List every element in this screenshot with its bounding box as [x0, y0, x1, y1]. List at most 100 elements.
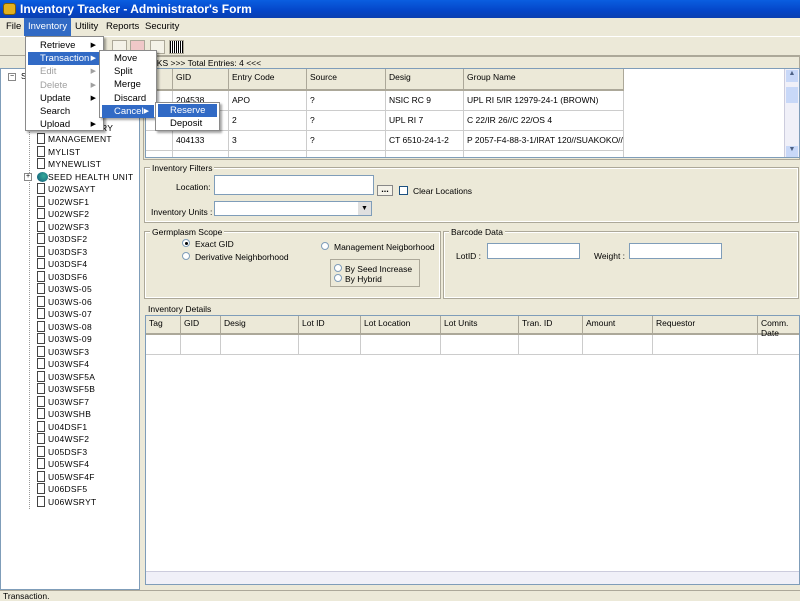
vertical-scrollbar[interactable]: ▲ ▼ — [784, 69, 799, 157]
browse-location-button[interactable]: ... — [377, 185, 393, 196]
tree-item[interactable]: U02WSF1 — [48, 196, 89, 209]
tree-item[interactable]: U05WSF4 — [48, 458, 89, 471]
menu-security[interactable]: Security — [141, 18, 183, 36]
entries-grid[interactable]: ▲ ▼ GID204538404133510241Entry CodeAPO23… — [145, 68, 800, 158]
tree-item[interactable]: U03WS-05 — [48, 283, 92, 296]
scroll-down-icon[interactable]: ▼ — [786, 146, 798, 157]
column-header[interactable]: Amount — [583, 316, 653, 335]
tree-item[interactable]: U03WSF3 — [48, 346, 89, 359]
table-cell[interactable]: UPL RI 7 — [386, 111, 464, 131]
table-cell[interactable]: UPL RI 5 — [386, 151, 464, 157]
radio-by-seed-increase[interactable] — [334, 264, 342, 272]
table-cell[interactable]: C 22/IR 26//C 22/OS 4 — [464, 111, 624, 131]
column-header[interactable]: Entry Code — [229, 69, 307, 91]
menu-item-reserve[interactable]: Reserve — [158, 104, 217, 117]
table-cell[interactable]: 510241 — [173, 151, 229, 157]
menu-item-transaction[interactable]: Transaction ▶ — [28, 52, 101, 66]
clear-locations-checkbox[interactable] — [399, 186, 408, 195]
tree-item[interactable]: MYNEWLIST — [48, 158, 101, 171]
menu-item-discard[interactable]: Discard — [102, 92, 154, 105]
menu-item-search[interactable]: Search — [28, 105, 101, 118]
column-header[interactable]: Lot ID — [299, 316, 361, 335]
table-cell[interactable] — [299, 335, 361, 355]
tree-item[interactable]: MANAGEMENT — [48, 133, 112, 146]
scroll-up-icon[interactable]: ▲ — [786, 70, 798, 82]
tree-item[interactable]: U03WS-06 — [48, 296, 92, 309]
table-cell[interactable] — [146, 151, 173, 157]
menu-item-cancel[interactable]: Cancel ▶ — [102, 104, 154, 118]
weight-input[interactable] — [629, 243, 722, 259]
tree-item[interactable]: U03DSF3 — [48, 246, 87, 259]
menu-file[interactable]: File — [2, 18, 25, 36]
column-header[interactable]: Tran. ID — [519, 316, 583, 335]
table-cell[interactable]: 4 — [229, 151, 307, 157]
table-cell[interactable]: CT 6510-24-1-2 — [386, 131, 464, 151]
table-cell[interactable] — [758, 335, 799, 355]
tree-item[interactable]: U03DSF2 — [48, 233, 87, 246]
menu-item-update[interactable]: Update ▶ — [28, 92, 101, 105]
dropdown-icon[interactable]: ▼ — [358, 202, 371, 215]
radio-by-hybrid[interactable] — [334, 274, 342, 282]
column-header[interactable]: Group Name — [464, 69, 624, 91]
column-header[interactable]: GID — [181, 316, 221, 335]
collapse-icon[interactable]: − — [8, 73, 16, 81]
column-header[interactable]: Lot Units — [441, 316, 519, 335]
column-header[interactable]: Tag — [146, 316, 181, 335]
location-input[interactable] — [214, 175, 374, 195]
tree-item[interactable]: U02WSAYT — [48, 183, 96, 196]
tree-item[interactable]: U03WSHB — [48, 408, 91, 421]
scroll-thumb[interactable] — [786, 87, 798, 103]
menu-item-split[interactable]: Split — [102, 65, 154, 78]
table-cell[interactable]: ? — [307, 151, 386, 157]
menu-reports[interactable]: Reports — [102, 18, 143, 36]
table-cell[interactable] — [519, 335, 583, 355]
tree-item[interactable]: U03WSF5A — [48, 371, 95, 384]
list-tree[interactable]: − S RY MANAGEMENT MYLIST MYNEWLIST + SEED HE… — [0, 68, 140, 590]
table-cell[interactable]: ? — [307, 91, 386, 111]
table-cell[interactable] — [221, 335, 299, 355]
menu-item-upload[interactable]: Upload ▶ — [28, 118, 101, 131]
table-cell[interactable]: NSIC RC 9 — [386, 91, 464, 111]
horizontal-scrollbar[interactable] — [146, 571, 799, 584]
table-cell[interactable] — [181, 335, 221, 355]
radio-derivative-neighborhood[interactable] — [182, 252, 190, 260]
tree-item[interactable]: U03WS-07 — [48, 308, 92, 321]
table-cell[interactable]: ? — [307, 131, 386, 151]
radio-exact-gid[interactable] — [182, 239, 190, 247]
tree-item[interactable]: U03WS-09 — [48, 333, 92, 346]
table-cell[interactable] — [146, 335, 181, 355]
column-header[interactable]: Source — [307, 69, 386, 91]
tree-item[interactable]: U02WSF3 — [48, 221, 89, 234]
inventory-details-grid[interactable]: Tag GID Desig Lot ID Lot Location Lot Units Tr… — [145, 315, 800, 585]
menu-item-deposit[interactable]: Deposit — [158, 117, 217, 130]
table-cell[interactable]: 404133 — [173, 131, 229, 151]
column-header[interactable]: Comm. Date — [758, 316, 799, 338]
tree-item[interactable]: U04WSF2 — [48, 433, 89, 446]
tree-item[interactable]: U03WSF5B — [48, 383, 95, 396]
tree-item[interactable]: SEED HEALTH UNIT — [48, 171, 133, 184]
menu-utility[interactable]: Utility — [71, 18, 102, 36]
tree-item[interactable]: U06WSRYT — [48, 496, 97, 509]
column-header[interactable]: GID — [173, 69, 229, 91]
tree-item[interactable]: U03DSF6 — [48, 271, 87, 284]
table-cell[interactable]: P 2057-F4-88-3-1/IRAT 120//SUAKOKO/// — [464, 131, 624, 151]
tree-item[interactable]: U05WSF4F — [48, 471, 95, 484]
tree-item[interactable]: U06DSF5 — [48, 483, 87, 496]
lotid-input[interactable] — [487, 243, 580, 259]
table-cell[interactable]: UPL RI 5/IR 12979-24-1 (BROWN) — [464, 91, 624, 111]
table-cell[interactable] — [441, 335, 519, 355]
tree-item[interactable]: U03WSF4 — [48, 358, 89, 371]
menu-item-retrieve[interactable]: Retrieve ▶ — [28, 39, 101, 52]
table-cell[interactable]: SIGADIS/BPI 76-1 — [464, 151, 624, 157]
table-cell[interactable] — [361, 335, 441, 355]
table-cell[interactable]: ? — [307, 111, 386, 131]
radio-management-neighborhood[interactable] — [321, 242, 329, 250]
table-cell[interactable]: APO — [229, 91, 307, 111]
table-cell[interactable]: 2 — [229, 111, 307, 131]
table-cell[interactable] — [146, 131, 173, 151]
menu-item-merge[interactable]: Merge — [102, 78, 154, 91]
tree-item[interactable]: U02WSF2 — [48, 208, 89, 221]
barcode-icon[interactable] — [169, 40, 184, 54]
menu-inventory[interactable]: Inventory — [24, 18, 72, 36]
table-cell[interactable] — [583, 335, 653, 355]
